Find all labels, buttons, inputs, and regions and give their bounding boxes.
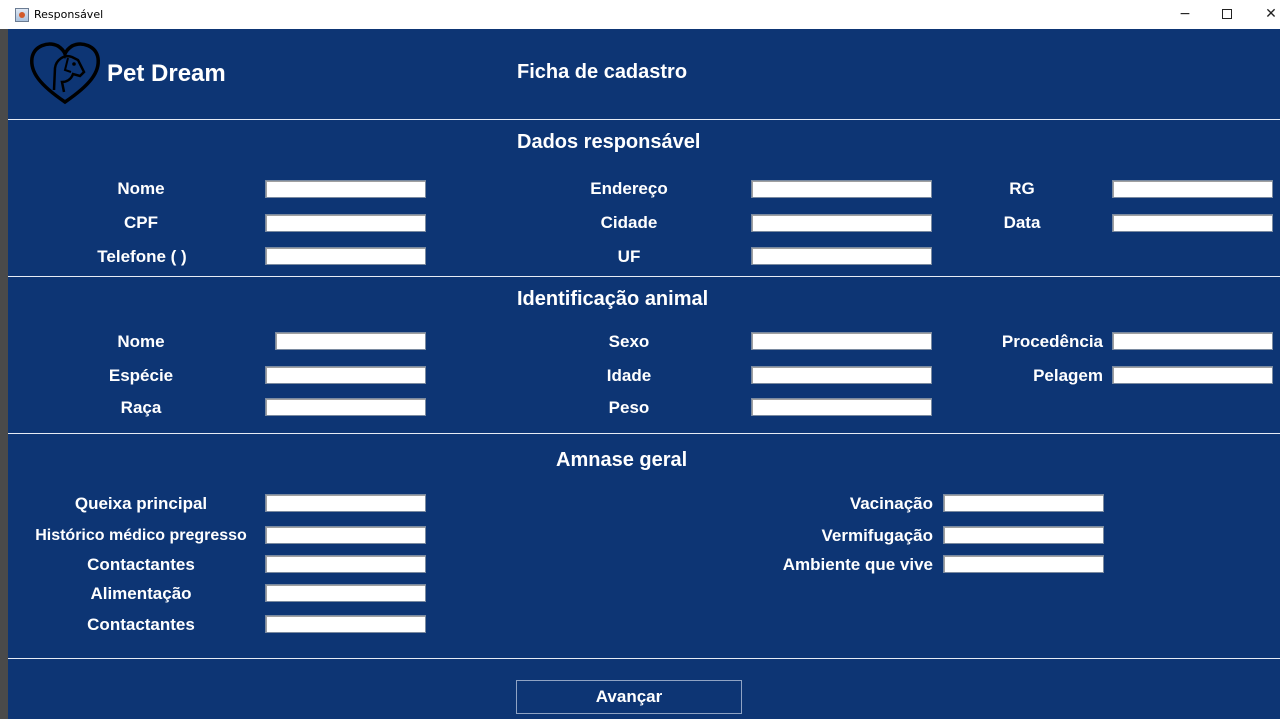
sexo-field[interactable] bbox=[751, 332, 932, 350]
minimize-button[interactable]: − bbox=[1170, 4, 1200, 24]
window-title: Responsável bbox=[34, 8, 104, 21]
label-nome-animal: Nome bbox=[117, 332, 165, 351]
maximize-button[interactable] bbox=[1212, 4, 1242, 24]
form-panel: Pet Dream Ficha de cadastro Dados respon… bbox=[8, 29, 1280, 719]
nome-responsavel-field[interactable] bbox=[265, 180, 426, 198]
rg-field[interactable] bbox=[1112, 180, 1273, 198]
window-titlebar: Responsável − ✕ bbox=[0, 0, 1280, 29]
cpf-field[interactable] bbox=[265, 214, 426, 232]
label-idade: Idade bbox=[606, 366, 652, 385]
label-raca: Raça bbox=[120, 398, 162, 417]
historico-medico-field[interactable] bbox=[265, 526, 426, 544]
cidade-field[interactable] bbox=[751, 214, 932, 232]
vermifugacao-field[interactable] bbox=[943, 526, 1104, 544]
label-especie: Espécie bbox=[108, 366, 174, 385]
procedencia-field[interactable] bbox=[1112, 332, 1273, 350]
label-vacinacao: Vacinação bbox=[849, 494, 933, 513]
queixa-principal-field[interactable] bbox=[265, 494, 426, 512]
section-title-amnase: Amnase geral bbox=[556, 449, 688, 471]
vacinacao-field[interactable] bbox=[943, 494, 1104, 512]
label-sexo: Sexo bbox=[608, 332, 650, 351]
label-rg: RG bbox=[1009, 179, 1035, 198]
peso-field[interactable] bbox=[751, 398, 932, 416]
label-cpf: CPF bbox=[124, 213, 158, 232]
label-telefone: Telefone ( ) bbox=[97, 247, 187, 266]
java-app-icon bbox=[15, 8, 29, 22]
label-alimentacao: Alimentação bbox=[90, 584, 192, 603]
label-contactantes: Contactantes bbox=[87, 555, 195, 574]
raca-field[interactable] bbox=[265, 398, 426, 416]
heart-dog-icon bbox=[30, 42, 100, 105]
alimentacao-field[interactable] bbox=[265, 584, 426, 602]
divider bbox=[8, 119, 1280, 120]
close-button[interactable]: ✕ bbox=[1256, 4, 1280, 24]
brand-name: Pet Dream bbox=[107, 60, 226, 87]
divider bbox=[8, 658, 1280, 659]
endereco-field[interactable] bbox=[751, 180, 932, 198]
uf-field[interactable] bbox=[751, 247, 932, 265]
label-cidade: Cidade bbox=[600, 213, 658, 232]
section-title-animal: Identificação animal bbox=[517, 288, 709, 310]
especie-field[interactable] bbox=[265, 366, 426, 384]
label-procedencia: Procedência bbox=[1001, 332, 1103, 351]
label-pelagem: Pelagem bbox=[1033, 366, 1103, 385]
label-data: Data bbox=[1003, 213, 1041, 232]
divider bbox=[8, 276, 1280, 277]
label-historico-medico: Histórico médico pregresso bbox=[35, 527, 247, 544]
label-nome-responsavel: Nome bbox=[117, 179, 165, 198]
contactantes-2-field[interactable] bbox=[265, 615, 426, 633]
divider bbox=[8, 433, 1280, 434]
maximize-icon bbox=[1222, 9, 1232, 19]
ambiente-field[interactable] bbox=[943, 555, 1104, 573]
page-title: Ficha de cadastro bbox=[517, 61, 688, 83]
avancar-button[interactable]: Avançar bbox=[516, 680, 742, 714]
nome-animal-field[interactable] bbox=[275, 332, 426, 350]
data-field[interactable] bbox=[1112, 214, 1273, 232]
label-endereco: Endereço bbox=[590, 179, 668, 198]
telefone-field[interactable] bbox=[265, 247, 426, 265]
contactantes-field[interactable] bbox=[265, 555, 426, 573]
label-vermifugacao: Vermifugação bbox=[821, 526, 934, 545]
window-edge bbox=[0, 29, 8, 719]
pelagem-field[interactable] bbox=[1112, 366, 1273, 384]
label-queixa-principal: Queixa principal bbox=[74, 494, 208, 513]
label-ambiente: Ambiente que vive bbox=[782, 555, 933, 574]
label-contactantes-2: Contactantes bbox=[87, 615, 195, 634]
section-title-responsavel: Dados responsável bbox=[517, 131, 701, 153]
idade-field[interactable] bbox=[751, 366, 932, 384]
label-uf: UF bbox=[617, 247, 641, 266]
label-peso: Peso bbox=[608, 398, 650, 417]
